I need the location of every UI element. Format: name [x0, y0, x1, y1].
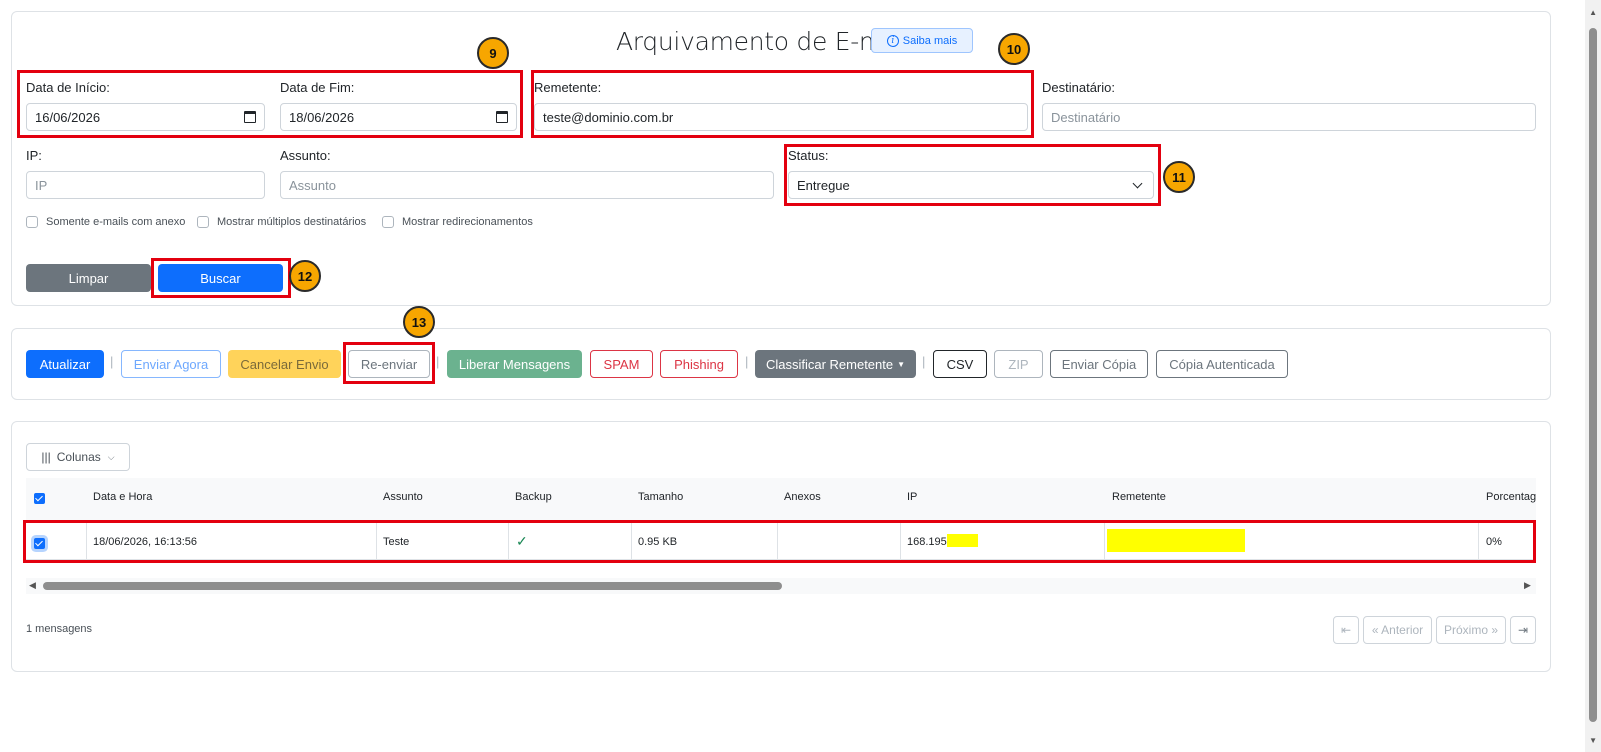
- column-header[interactable]: Assunto: [383, 491, 423, 503]
- last-page-button[interactable]: ⇥: [1510, 616, 1536, 644]
- annotation-box-dates: [17, 70, 523, 138]
- assunto-label: Assunto:: [280, 148, 331, 163]
- ip-label: IP:: [26, 148, 42, 163]
- annotation-badge: 13: [403, 306, 435, 338]
- separator: |: [436, 354, 440, 369]
- select-all-checkbox[interactable]: [34, 493, 45, 504]
- annotation-box-row: [23, 520, 1536, 563]
- limpar-button[interactable]: Limpar: [26, 264, 151, 292]
- annotation-box-reenviar: [343, 342, 435, 384]
- phishing-button[interactable]: Phishing: [660, 350, 738, 378]
- annotation-badge: 12: [289, 260, 321, 292]
- enviar-copia-button[interactable]: Enviar Cópia: [1050, 350, 1148, 378]
- scroll-down-icon[interactable]: ▼: [1589, 736, 1597, 745]
- chevron-down-icon: ⌵: [107, 451, 115, 462]
- liberar-mensagens-button[interactable]: Liberar Mensagens: [447, 350, 582, 378]
- scroll-up-icon[interactable]: ▲: [1589, 8, 1597, 17]
- ip-placeholder: IP: [35, 177, 48, 193]
- message-count: 1 mensagens: [26, 623, 93, 635]
- scrollbar-thumb[interactable]: [43, 582, 782, 590]
- column-header[interactable]: Anexos: [784, 491, 821, 503]
- annotation-badge: 9: [477, 37, 509, 69]
- cancelar-envio-button[interactable]: Cancelar Envio: [228, 350, 341, 378]
- checkbox-multiplos[interactable]: Mostrar múltiplos destinatários: [197, 216, 366, 228]
- separator: |: [922, 354, 926, 369]
- annotation-box-buscar: [151, 258, 291, 298]
- annotation-badge: 11: [1163, 161, 1195, 193]
- colunas-dropdown[interactable]: ||| Colunas ⌵: [26, 443, 130, 471]
- classificar-label: Classificar Remetente: [765, 356, 894, 372]
- column-header[interactable]: Backup: [515, 491, 552, 503]
- page-title-wrap: Arquivamento de E-mails: [0, 27, 1540, 56]
- checkbox-box[interactable]: [382, 216, 394, 228]
- columns-icon: |||: [41, 450, 51, 464]
- prev-page-button[interactable]: « Anterior: [1363, 616, 1432, 644]
- scroll-right-icon[interactable]: ▶: [1524, 580, 1531, 591]
- checkbox-label: Mostrar redirecionamentos: [402, 216, 533, 228]
- csv-button[interactable]: CSV: [933, 350, 987, 378]
- next-page-button[interactable]: Próximo »: [1436, 616, 1506, 644]
- checkbox-redirecionamentos[interactable]: Mostrar redirecionamentos: [382, 216, 533, 228]
- separator: |: [745, 354, 749, 369]
- checkbox-anexo[interactable]: Somente e-mails com anexo: [26, 216, 185, 228]
- table-header-row: [26, 478, 1536, 522]
- first-page-button[interactable]: ⇤: [1333, 616, 1359, 644]
- assunto-input[interactable]: Assunto: [280, 171, 774, 199]
- destinatario-input[interactable]: Destinatário: [1042, 103, 1536, 131]
- colunas-label: Colunas: [56, 450, 101, 464]
- saiba-mais-button[interactable]: i Saiba mais: [871, 28, 973, 53]
- column-header[interactable]: Tamanho: [638, 491, 683, 503]
- column-header[interactable]: Remetente: [1112, 491, 1166, 503]
- saiba-mais-label: Saiba mais: [902, 34, 958, 47]
- column-header[interactable]: Porcentage: [1486, 491, 1536, 503]
- annotation-box-status: [784, 144, 1161, 206]
- checkbox-box[interactable]: [26, 216, 38, 228]
- copia-autenticada-button[interactable]: Cópia Autenticada: [1156, 350, 1288, 378]
- column-header[interactable]: Data e Hora: [93, 491, 152, 503]
- zip-button[interactable]: ZIP: [994, 350, 1043, 378]
- destinatario-label: Destinatário:: [1042, 80, 1115, 95]
- checkbox-label: Somente e-mails com anexo: [46, 216, 186, 228]
- page-scrollbar-thumb[interactable]: [1589, 28, 1597, 722]
- scroll-left-icon[interactable]: ◀: [29, 580, 36, 591]
- spam-button[interactable]: SPAM: [590, 350, 653, 378]
- annotation-badge: 10: [998, 33, 1030, 65]
- classificar-remetente-dropdown[interactable]: Classificar Remetente ▼: [755, 350, 916, 378]
- ip-input[interactable]: IP: [26, 171, 265, 199]
- checkbox-label: Mostrar múltiplos destinatários: [217, 216, 367, 228]
- annotation-box-remetente: [531, 70, 1034, 138]
- destinatario-placeholder: Destinatário: [1051, 109, 1121, 125]
- info-icon: i: [886, 34, 899, 47]
- enviar-agora-button[interactable]: Enviar Agora: [121, 350, 221, 378]
- checkbox-box[interactable]: [197, 216, 209, 228]
- assunto-placeholder: Assunto: [289, 177, 336, 193]
- caret-down-icon: ▼: [897, 359, 906, 369]
- column-header[interactable]: IP: [907, 491, 917, 503]
- atualizar-button[interactable]: Atualizar: [26, 350, 104, 378]
- separator: |: [110, 354, 114, 369]
